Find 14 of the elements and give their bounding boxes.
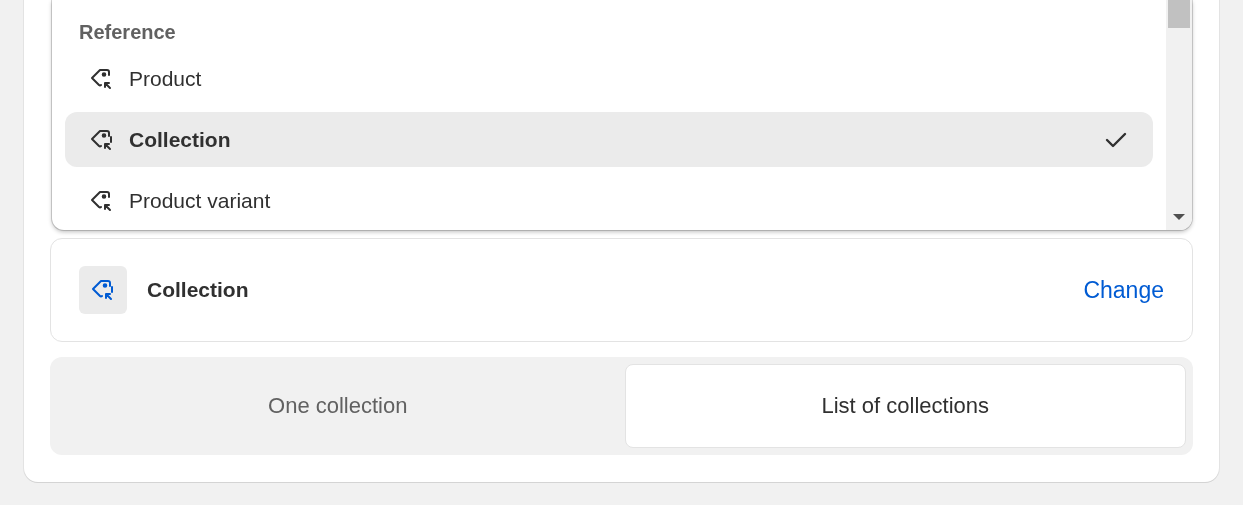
menu-item-label: Product <box>129 66 203 91</box>
segment-button[interactable]: One collection <box>57 364 619 448</box>
change-link[interactable]: Change <box>1083 276 1164 304</box>
menu-item[interactable]: Collection <box>65 112 1153 167</box>
segment-button[interactable]: List of collections <box>624 364 1186 448</box>
menu-item-label: Product variant <box>129 188 272 213</box>
menu-item[interactable]: Product <box>65 51 1153 106</box>
menu-item-label: Collection <box>129 127 232 152</box>
tag-icon <box>90 277 116 303</box>
type-label: Collection <box>147 278 250 302</box>
scrollbar[interactable] <box>1166 0 1192 230</box>
menu-item[interactable]: Product variant <box>65 173 1153 228</box>
section-heading: Reference <box>78 20 177 45</box>
checkmark-icon <box>1105 131 1127 148</box>
